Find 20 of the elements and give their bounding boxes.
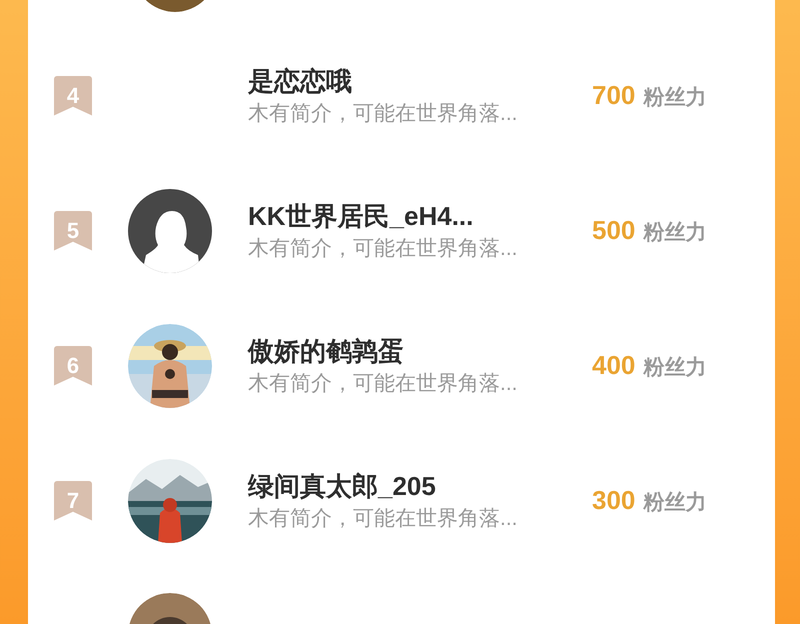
user-bio: 木有简介，可能在世界角落... bbox=[248, 370, 519, 396]
rank-badge: 7 bbox=[54, 480, 92, 520]
fan-label: 粉丝力 bbox=[643, 85, 706, 111]
rank-badge: 6 bbox=[54, 346, 92, 386]
fan-count: 400 bbox=[592, 349, 636, 382]
fan-label: 粉丝力 bbox=[643, 490, 706, 516]
user-name: 傲娇的鹌鹑蛋 bbox=[248, 334, 405, 368]
user-name: 是恋恋哦 bbox=[248, 64, 353, 98]
fan-label: 粉丝力 bbox=[643, 220, 706, 246]
rank-badge: 5 bbox=[54, 210, 92, 250]
user-bio: 木有简介，可能在世界角落... bbox=[248, 236, 519, 262]
fan-count: 700 bbox=[592, 79, 636, 112]
user-name: 绿间真太郎_205 bbox=[248, 470, 437, 502]
user-name: KK世界居民_eH4... bbox=[248, 200, 474, 232]
user-bio: 木有简介，可能在世界角落... bbox=[248, 100, 519, 126]
fan-label: 粉丝力 bbox=[643, 355, 706, 381]
fan-count: 300 bbox=[592, 484, 636, 517]
fan-count: 500 bbox=[592, 214, 636, 247]
user-bio: 木有简介，可能在世界角落... bbox=[248, 506, 519, 532]
rank-badge: 4 bbox=[54, 76, 92, 116]
